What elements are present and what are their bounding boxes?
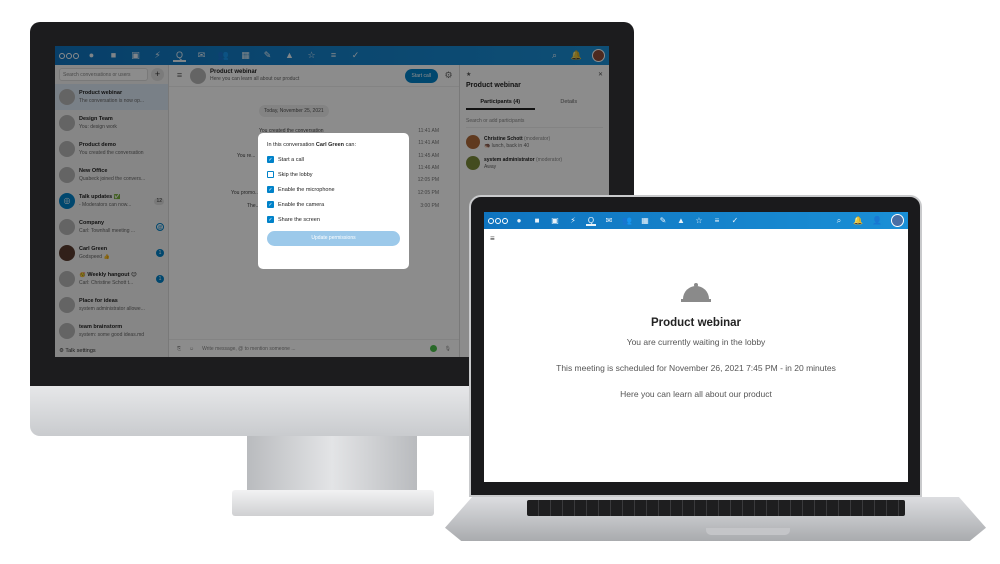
imac-stand-foot	[232, 490, 434, 516]
laptop-opening-notch	[706, 528, 790, 535]
dialog-title-prefix: In this conversation	[267, 142, 315, 148]
permission-label: Skip the lobby	[278, 171, 313, 178]
dialog-title-name: Carl Green	[315, 142, 345, 148]
permission-share-screen[interactable]: ✓ Share the screen	[267, 216, 400, 223]
checkbox-checked-icon[interactable]: ✓	[267, 216, 274, 223]
permission-label: Enable the microphone	[278, 186, 335, 193]
calendar-icon[interactable]: ▦	[640, 216, 650, 226]
permission-start-call[interactable]: ✓ Start a call	[267, 156, 400, 163]
contacts-menu-icon[interactable]: 👤	[872, 216, 882, 226]
notes-icon[interactable]: ✎	[658, 216, 668, 226]
laptop-screen: ● ■ ▣ ⚡ Q ✉ 👥 ▦ ✎ ▲ ☆ ≡ ✓ ⌕ 🔔 👤 ≡ Produc…	[484, 212, 908, 482]
bookmarks-icon[interactable]: ☆	[694, 216, 704, 226]
permission-enable-microphone[interactable]: ✓ Enable the microphone	[267, 186, 400, 193]
permissions-dialog: In this conversation Carl Green can: ✓ St…	[258, 133, 409, 269]
lobby-waiting-text: You are currently waiting in the lobby	[626, 337, 766, 347]
imac-stand-neck	[247, 436, 417, 492]
lobby-view: Product webinar You are currently waitin…	[484, 282, 908, 399]
search-icon[interactable]: ⌕	[834, 216, 844, 226]
permission-label: Start a call	[278, 156, 304, 163]
dashboard-icon[interactable]: ●	[514, 216, 524, 226]
dialog-title: In this conversation Carl Green can:	[267, 142, 400, 148]
laptop-keyboard	[527, 500, 905, 516]
permission-skip-lobby[interactable]: ✓ Skip the lobby	[267, 171, 400, 178]
talk-icon[interactable]: Q	[586, 216, 596, 226]
mail-icon[interactable]: ✉	[604, 216, 614, 226]
photos-icon[interactable]: ▣	[550, 216, 560, 226]
files-icon[interactable]: ■	[532, 216, 542, 226]
permission-enable-camera[interactable]: ✓ Enable the camera	[267, 201, 400, 208]
lobby-schedule-text: This meeting is scheduled for November 2…	[556, 363, 836, 373]
hamburger-menu-icon[interactable]: ≡	[490, 234, 902, 243]
contacts-icon[interactable]: 👥	[622, 216, 632, 226]
permission-label: Enable the camera	[278, 201, 325, 208]
notifications-icon[interactable]: 🔔	[853, 216, 863, 226]
nextcloud-logo[interactable]	[488, 217, 508, 224]
header-right: ⌕ 🔔 👤	[834, 214, 908, 227]
forms-icon[interactable]: ≡	[712, 216, 722, 226]
deck-icon[interactable]: ▲	[676, 216, 686, 226]
app-menu: ● ■ ▣ ⚡ Q ✉ 👥 ▦ ✎ ▲ ☆ ≡ ✓	[514, 216, 740, 226]
tasks-icon[interactable]: ✓	[730, 216, 740, 226]
update-permissions-button[interactable]: Update permissions	[267, 231, 400, 246]
lobby-description: Here you can learn all about our product	[620, 389, 772, 399]
laptop-navigation-bar: ● ■ ▣ ⚡ Q ✉ 👥 ▦ ✎ ▲ ☆ ≡ ✓ ⌕ 🔔 👤	[484, 212, 908, 229]
checkbox-checked-icon[interactable]: ✓	[267, 186, 274, 193]
lobby-bell-icon	[681, 282, 711, 302]
permission-label: Share the screen	[278, 216, 320, 223]
checkbox-unchecked-icon[interactable]: ✓	[267, 171, 274, 178]
user-avatar[interactable]	[891, 214, 904, 227]
activity-icon[interactable]: ⚡	[568, 216, 578, 226]
dialog-title-suffix: can:	[345, 142, 356, 148]
lobby-title: Product webinar	[650, 317, 742, 329]
checkbox-checked-icon[interactable]: ✓	[267, 156, 274, 163]
checkbox-checked-icon[interactable]: ✓	[267, 201, 274, 208]
